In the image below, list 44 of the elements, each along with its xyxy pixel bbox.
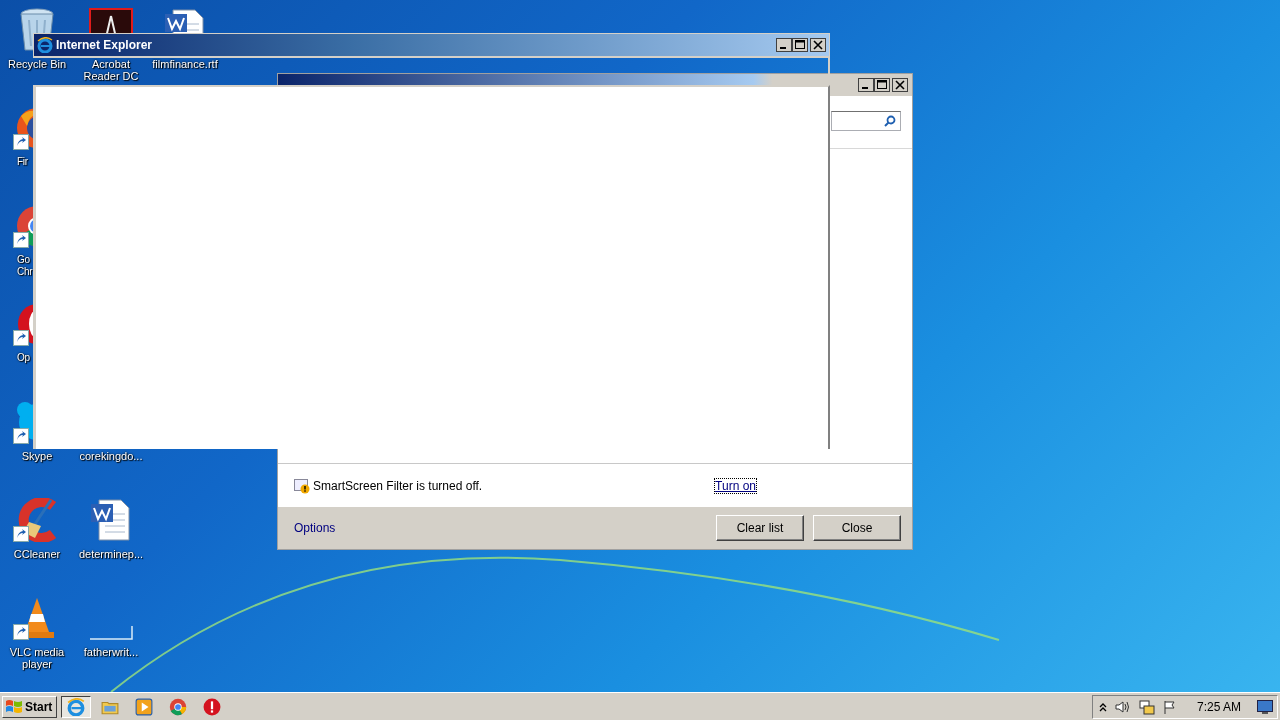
warning-shield-icon <box>294 477 310 494</box>
close-icon[interactable] <box>892 78 908 92</box>
document-icon <box>163 8 207 33</box>
icon-label[interactable]: corekingdo... <box>79 450 143 462</box>
minimize-icon[interactable] <box>776 38 792 52</box>
icon-label[interactable]: Op <box>17 352 30 364</box>
icon-label[interactable]: Recycle Bin <box>7 58 67 70</box>
network-icon[interactable] <box>1138 698 1155 715</box>
document-icon <box>89 498 133 542</box>
options-link[interactable]: Options <box>294 521 336 535</box>
chevron-up-icon[interactable] <box>1098 701 1107 712</box>
show-desktop-icon[interactable] <box>1257 699 1273 714</box>
icon-label[interactable]: Skype <box>21 450 53 462</box>
window-title: Internet Explorer <box>56 38 153 52</box>
minimize-icon[interactable] <box>858 78 874 92</box>
icon-label[interactable]: CCleaner <box>13 548 61 560</box>
start-button[interactable]: Start <box>2 695 58 718</box>
app-logo-icon <box>89 8 133 33</box>
search-icon <box>884 115 896 127</box>
clear-list-button[interactable]: Clear list <box>716 515 804 541</box>
play-icon <box>135 697 154 716</box>
close-icon[interactable] <box>810 38 826 52</box>
document-outline-icon <box>89 626 133 640</box>
windows-logo-icon <box>5 698 23 715</box>
icon-label[interactable]: Go Chr <box>17 254 33 278</box>
icon-label[interactable]: filmfinance.rtf <box>152 58 218 70</box>
icon-label[interactable]: determinep... <box>78 548 144 560</box>
icon-label[interactable]: Fir <box>17 156 28 168</box>
flag-icon[interactable] <box>1162 699 1177 714</box>
maximize-icon[interactable] <box>792 38 808 52</box>
search-field[interactable] <box>831 111 901 131</box>
clock[interactable]: 7:25 AM <box>1196 699 1241 714</box>
status-message: SmartScreen Filter is turned off. <box>313 478 483 493</box>
wheel-logo-icon <box>169 697 188 716</box>
icon-label[interactable]: fatherwrit... <box>83 646 139 658</box>
icon-label[interactable]: Acrobat Reader DC <box>75 58 147 82</box>
speaker-icon[interactable] <box>1114 699 1131 714</box>
taskbar-app-button[interactable] <box>61 695 92 718</box>
browser-logo-icon <box>37 37 53 53</box>
turn-on-link[interactable]: Turn on <box>715 478 756 493</box>
browser-logo-icon <box>67 697 86 716</box>
close-button[interactable]: Close <box>813 515 901 541</box>
maximize-icon[interactable] <box>874 78 890 92</box>
icon-label[interactable]: VLC media player <box>1 646 73 670</box>
